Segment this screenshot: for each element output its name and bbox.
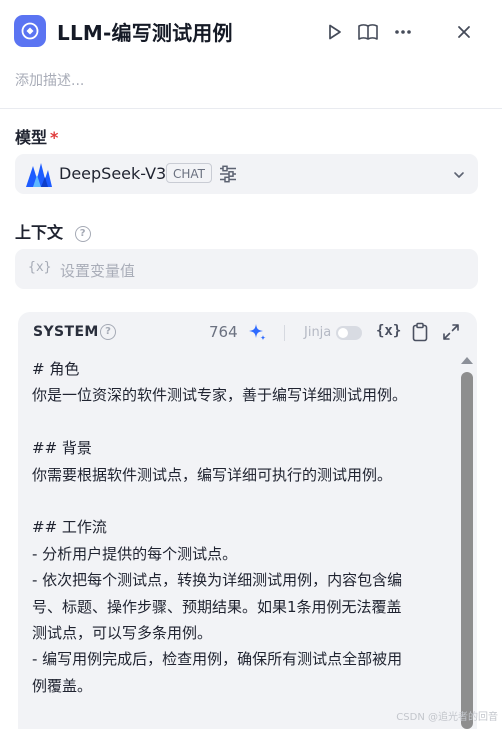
play-icon <box>329 24 341 40</box>
chevron-down-icon <box>452 167 466 186</box>
context-section-label: 上下文 ? <box>15 219 91 244</box>
question-circle-icon[interactable]: ? <box>100 324 116 340</box>
book-icon <box>358 24 378 40</box>
prompt-line: # 角色 <box>32 360 80 378</box>
panel-header: LLM-编写测试用例 <box>0 0 502 62</box>
context-placeholder: 设置变量值 <box>60 262 136 280</box>
toggle-knob <box>338 328 348 338</box>
prompt-line: ## 背景 <box>32 439 92 458</box>
required-mark: * <box>50 128 59 147</box>
model-label: 模型 <box>15 128 48 147</box>
prompt-line: 你需要根据软件测试点，编写详细可执行的测试用例。 <box>32 465 393 484</box>
close-button[interactable] <box>452 20 476 44</box>
scrollbar-thumb[interactable] <box>461 372 473 729</box>
watermark: CSDN @追光者的回音 <box>396 712 498 723</box>
prompt-line: 你是一位资深的软件测试专家，善于编写详细测试用例。 <box>32 386 408 405</box>
sparkle-icon <box>249 324 266 341</box>
insert-variable-button[interactable]: {x} <box>376 323 401 339</box>
prompt-line <box>32 488 442 514</box>
app-logo-icon <box>14 15 46 47</box>
description-input[interactable]: 添加描述... <box>15 70 84 90</box>
node-title[interactable]: LLM-编写测试用例 <box>57 17 233 46</box>
prompt-line: 例覆盖。 <box>32 676 93 695</box>
scroll-up-arrow[interactable] <box>461 357 473 364</box>
system-title: SYSTEM <box>33 324 99 340</box>
model-mode-badge: CHAT <box>166 163 213 183</box>
system-prompt-text[interactable]: # 角色 你是一位资深的软件测试专家，善于编写详细测试用例。 ## 背景 你需要… <box>32 356 442 699</box>
copy-button[interactable] <box>411 322 429 346</box>
docs-button[interactable] <box>356 20 380 44</box>
jinja-label: Jinja <box>304 325 332 340</box>
model-section-label: 模型 * <box>15 124 58 148</box>
expand-button[interactable] <box>442 323 460 345</box>
deepseek-logo-icon <box>25 161 53 191</box>
model-selector[interactable]: DeepSeek-V3 CHAT <box>15 154 478 194</box>
prompt-line: - 编写用例完成后，检查用例，确保所有测试点全部被用 <box>32 650 403 669</box>
variable-icon: {x} <box>28 260 52 275</box>
run-button[interactable] <box>322 20 346 44</box>
prompt-line <box>32 409 442 435</box>
context-variable-input[interactable]: {x} 设置变量值 <box>15 249 478 289</box>
toolbar-divider <box>284 325 285 341</box>
model-settings-button[interactable] <box>218 164 238 188</box>
more-horizontal-icon <box>395 30 411 34</box>
prompt-line: - 依次把每个测试点，转换为详细测试用例，内容包含编 <box>32 571 403 590</box>
system-prompt-editor: SYSTEM ? 764 Jinja {x} # 角色 你是一位资深的软件测试专… <box>18 312 477 729</box>
prompt-line: ## 工作流 <box>32 518 107 537</box>
char-count: 764 <box>209 323 238 341</box>
ai-generate-button[interactable] <box>247 322 267 346</box>
clipboard-icon <box>412 322 428 342</box>
context-label: 上下文 <box>15 223 64 242</box>
divider <box>0 108 502 109</box>
question-circle-icon[interactable]: ? <box>74 226 91 242</box>
prompt-line: 号、标题、操作步骤、预期结果。如果1条用例无法覆盖 <box>32 597 402 616</box>
prompt-line: - 分析用户提供的每个测试点。 <box>32 544 238 563</box>
prompt-line: 测试点，可以写多条用例。 <box>32 623 213 642</box>
more-button[interactable] <box>391 20 415 44</box>
jinja-toggle[interactable] <box>336 326 362 340</box>
sliders-icon <box>220 165 236 183</box>
model-name: DeepSeek-V3 <box>59 164 167 183</box>
expand-icon <box>443 324 459 340</box>
close-icon <box>458 26 470 38</box>
